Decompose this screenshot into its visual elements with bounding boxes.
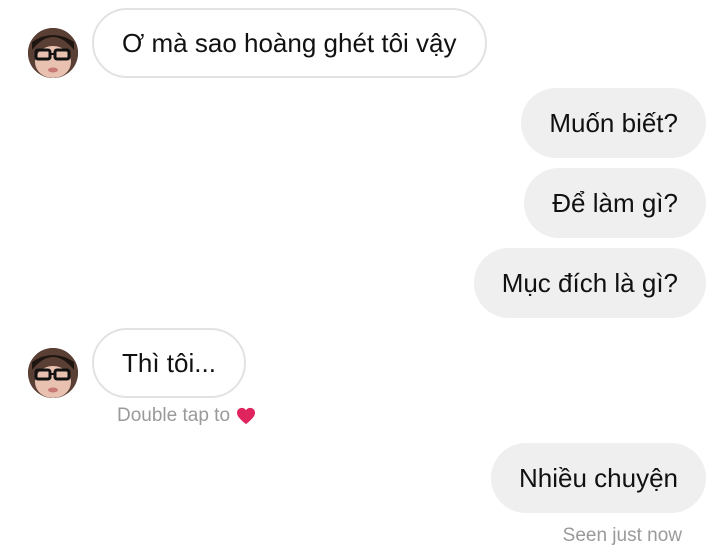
message-bubble-incoming[interactable]: Ơ mà sao hoàng ghét tôi vậy bbox=[92, 8, 487, 78]
double-tap-label: Double tap to bbox=[117, 405, 231, 426]
chat-thread: Ơ mà sao hoàng ghét tôi vậy Muốn biết? Đ… bbox=[0, 0, 720, 558]
avatar-image bbox=[28, 28, 78, 78]
heart-icon[interactable] bbox=[236, 407, 256, 425]
message-bubble-outgoing[interactable]: Để làm gì? bbox=[524, 168, 706, 238]
seen-status: Seen just now bbox=[562, 525, 682, 546]
message-bubble-incoming[interactable]: Thì tôi... bbox=[92, 328, 246, 398]
contact-avatar[interactable] bbox=[28, 28, 78, 78]
contact-avatar[interactable] bbox=[28, 348, 78, 398]
message-bubble-outgoing[interactable]: Nhiều chuyện bbox=[491, 443, 706, 513]
message-bubble-outgoing[interactable]: Mục đích là gì? bbox=[473, 248, 706, 318]
double-tap-hint: Double tap to bbox=[117, 405, 256, 427]
message-bubble-outgoing[interactable]: Muốn biết? bbox=[521, 88, 706, 158]
avatar-image bbox=[28, 348, 78, 398]
